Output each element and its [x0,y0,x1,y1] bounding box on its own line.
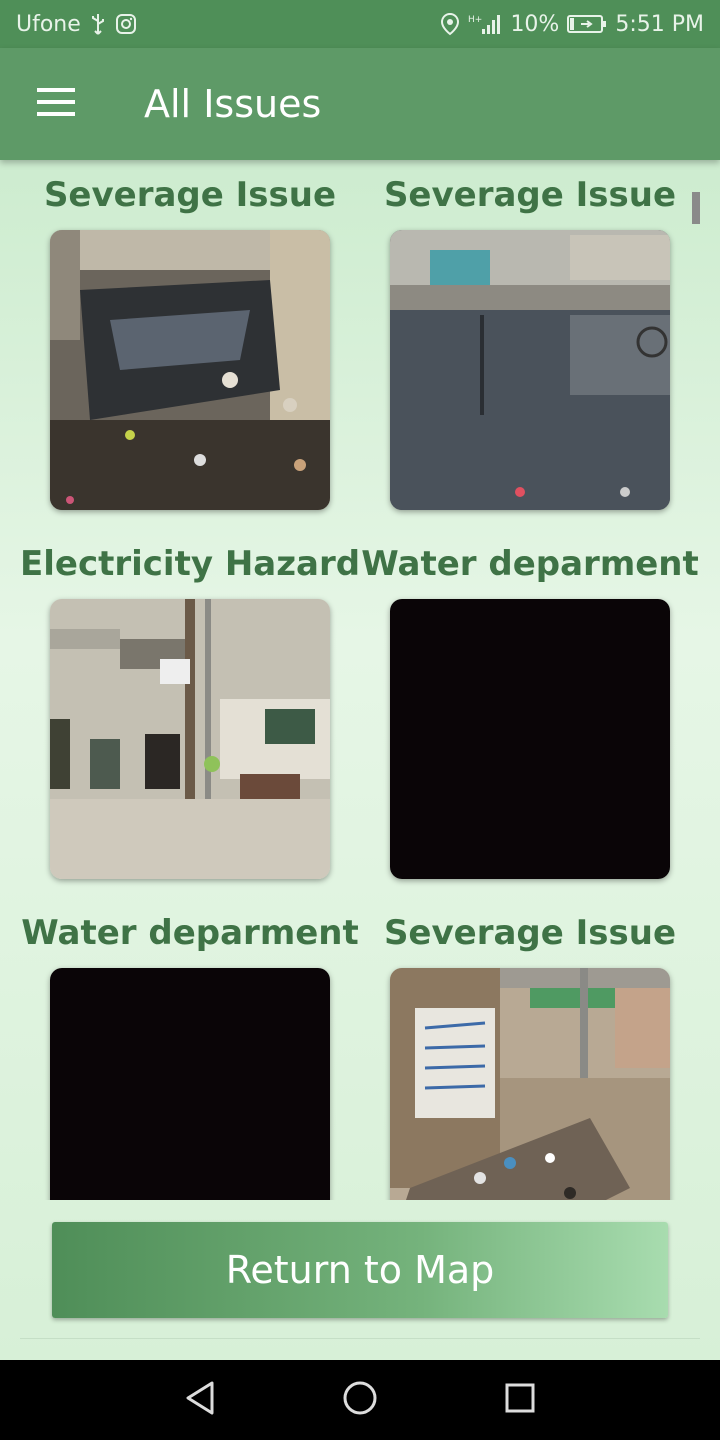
app-bar: All Issues [0,48,720,160]
issue-card[interactable]: Severage Issue [20,160,360,510]
scrollbar-thumb[interactable] [692,192,700,224]
issue-title: Water deparment [361,544,699,584]
carrier-label: Ufone [16,11,81,37]
issue-photo[interactable] [390,230,670,510]
issue-card[interactable]: Severage Issue [360,898,700,1200]
signal-icon: H+ [468,13,502,35]
location-icon [440,12,460,36]
battery-charging-icon [567,13,607,35]
recents-square-icon [504,1382,536,1418]
hamburger-menu-icon [37,88,75,120]
status-right: H+ 10% 5:51 PM [440,12,704,37]
issue-title: Severage Issue [383,175,677,215]
issue-title: Electricity Hazard [20,544,361,584]
svg-text:H+: H+ [468,15,482,25]
issue-card[interactable]: Water deparment [360,529,700,879]
home-button[interactable] [320,1360,400,1440]
clock: 5:51 PM [615,11,704,37]
issue-photo[interactable] [50,230,330,510]
issue-card[interactable]: Electricity Hazard [20,529,360,879]
back-button[interactable] [160,1360,240,1440]
recents-button[interactable] [480,1360,560,1440]
issue-photo[interactable] [390,599,670,879]
issue-title: Severage Issue [43,175,337,215]
issues-grid[interactable]: Severage Issue Severage Issue Electricit… [0,160,720,1200]
menu-button[interactable] [0,48,112,160]
battery-percent: 10% [510,11,560,37]
system-nav-bar [0,1360,720,1440]
divider [20,1338,700,1339]
issue-card[interactable]: Severage Issue [360,160,700,510]
issues-content: Severage Issue Severage Issue Electricit… [0,160,720,1360]
issue-photo[interactable] [50,968,330,1200]
usb-icon [89,13,107,35]
page-title: All Issues [144,82,322,126]
back-triangle-icon [184,1380,216,1420]
home-circle-icon [342,1380,378,1420]
issue-title: Severage Issue [383,913,677,953]
status-bar: Ufone H+ 10% 5:51 PM [0,0,720,48]
issue-photo[interactable] [50,599,330,879]
return-to-map-button[interactable]: Return to Map [52,1222,668,1318]
issue-photo[interactable] [390,968,670,1200]
issue-title: Water deparment [21,913,359,953]
issue-card[interactable]: Water deparment [20,898,360,1200]
status-left: Ufone [16,12,137,37]
instagram-icon [115,13,137,35]
